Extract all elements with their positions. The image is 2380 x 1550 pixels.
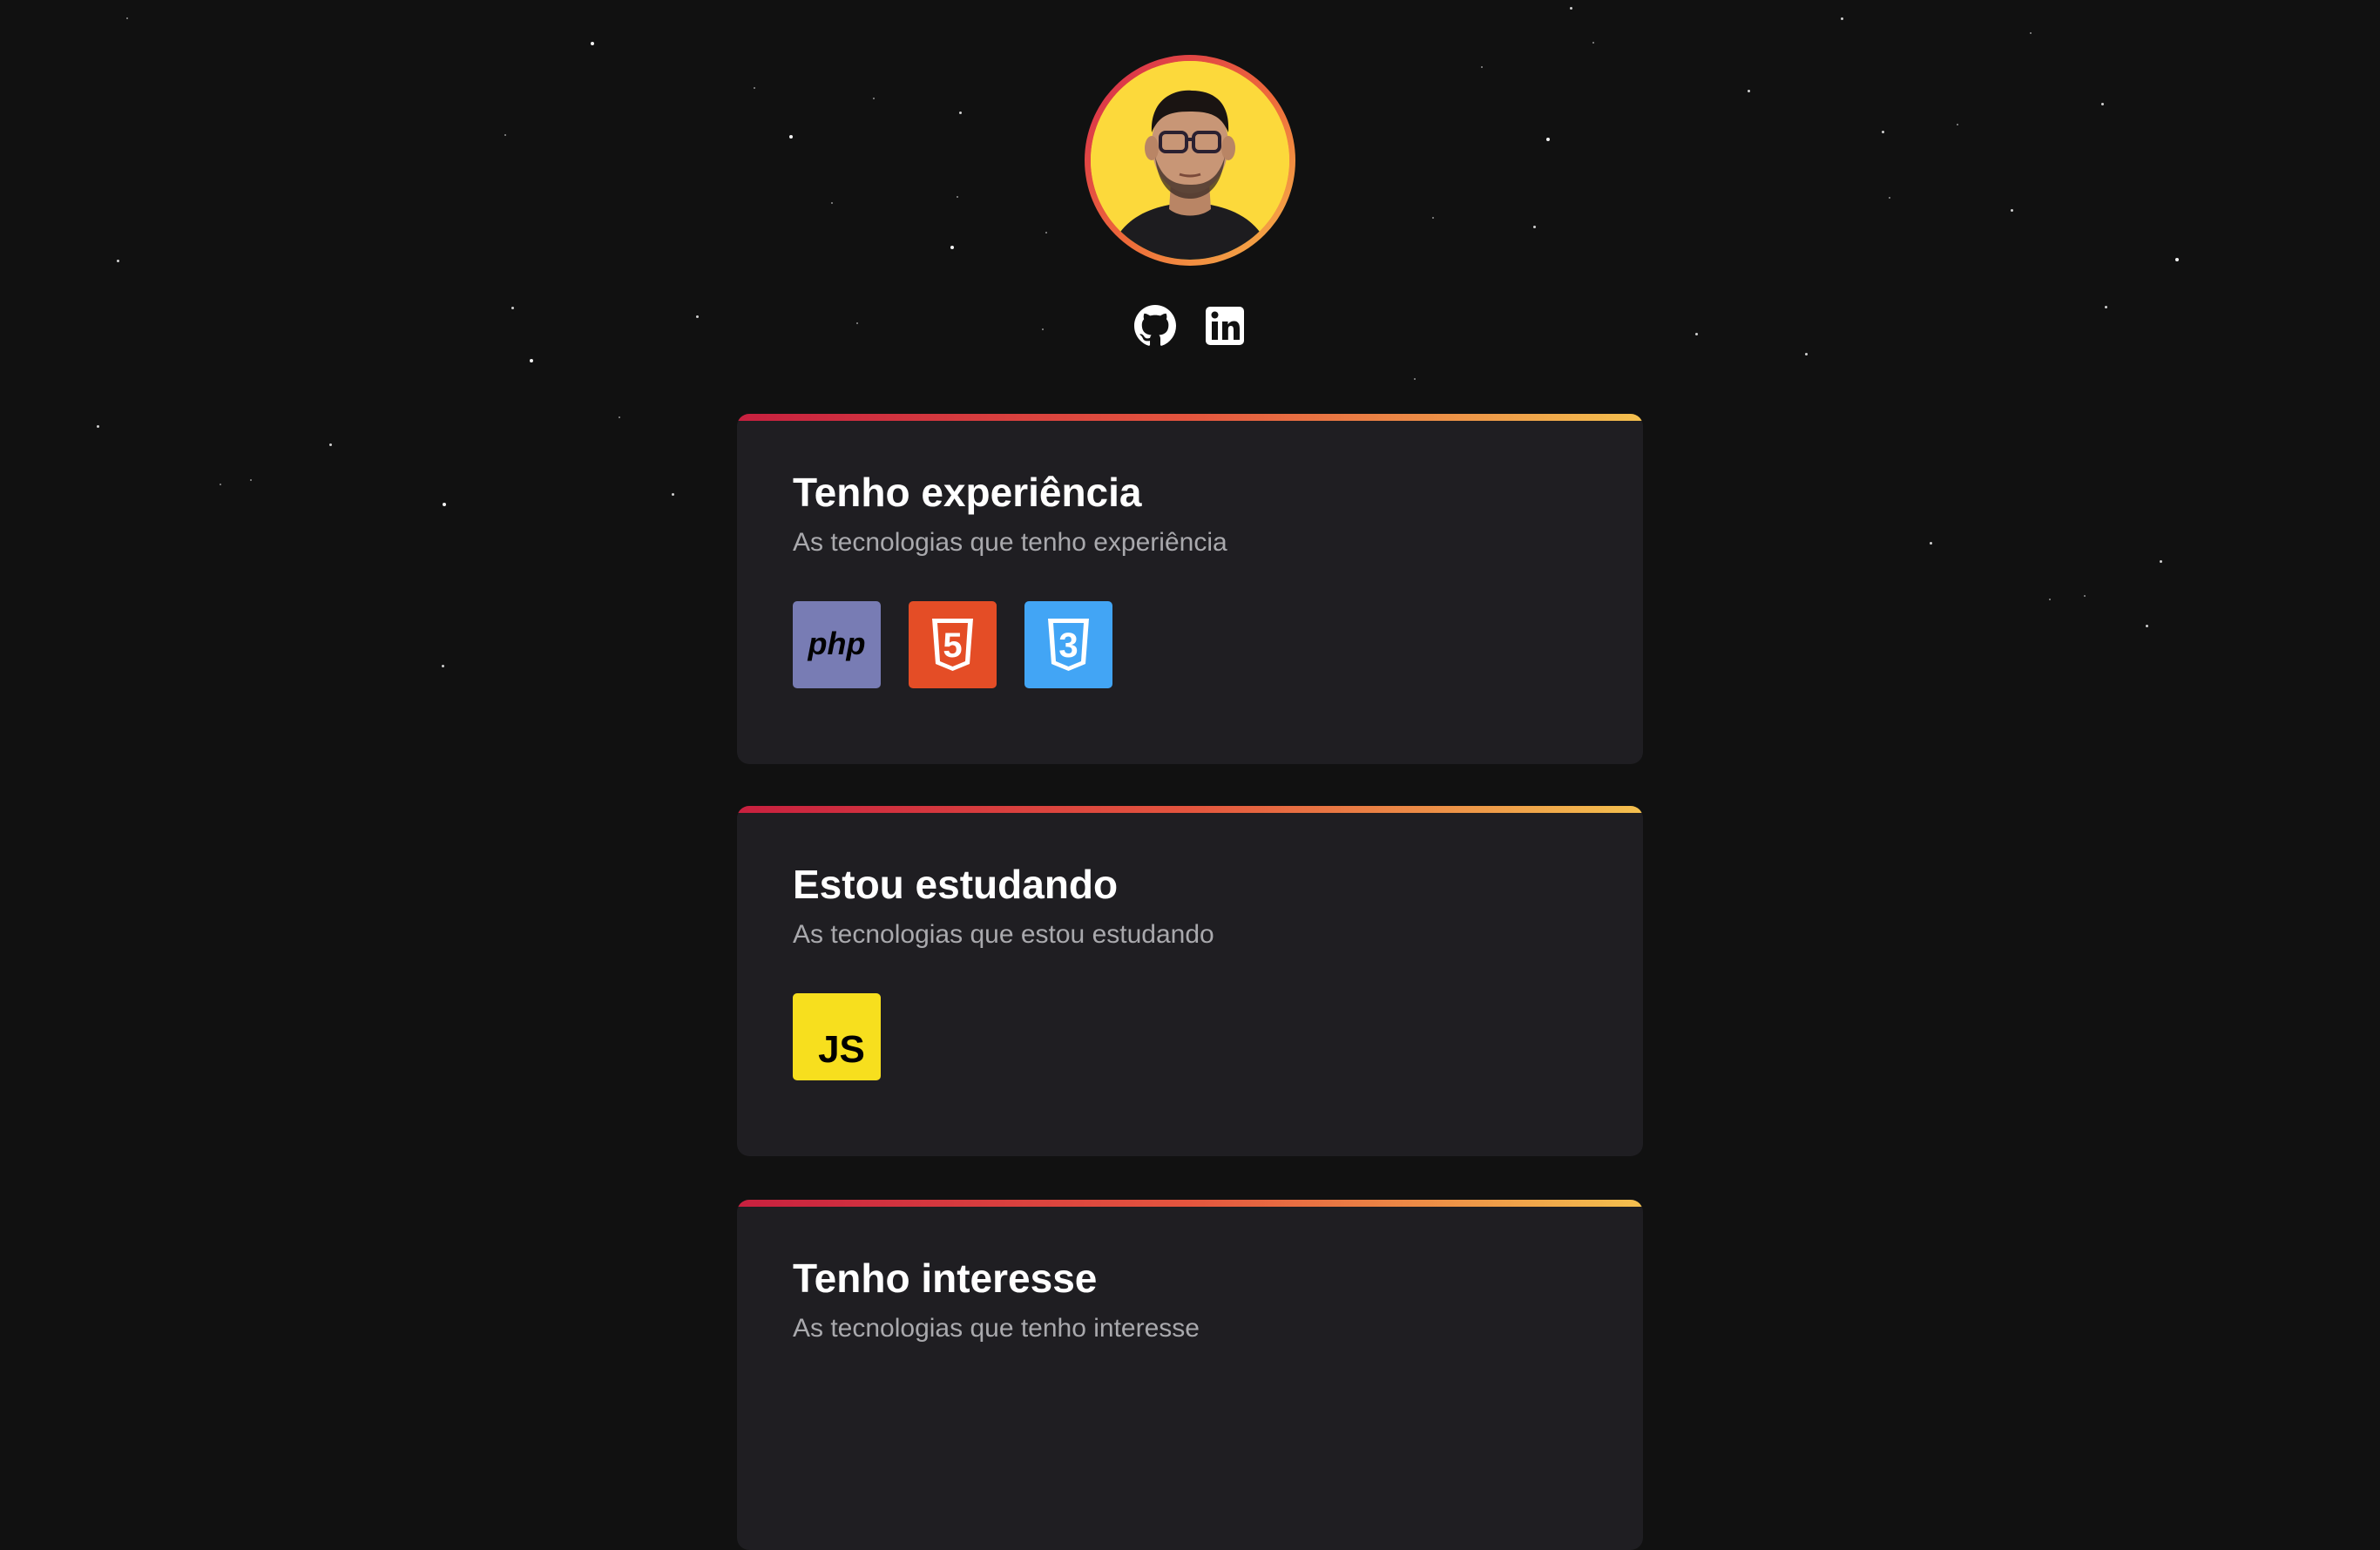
svg-text:php: php [808, 626, 866, 661]
star [1042, 328, 1044, 330]
tech-list: php 5 3 [793, 601, 1587, 688]
tech-html5: 5 [909, 601, 997, 688]
tech-php: php [793, 601, 881, 688]
star [530, 359, 533, 362]
star [1882, 131, 1884, 133]
svg-text:3: 3 [1058, 626, 1078, 665]
star [831, 202, 833, 204]
star [672, 493, 674, 496]
star [959, 112, 962, 114]
star [220, 484, 221, 485]
star [1546, 138, 1550, 141]
star [1045, 232, 1047, 234]
star [1930, 542, 1932, 545]
star [789, 135, 793, 139]
section-subtitle: As tecnologias que estou estudando [793, 920, 1214, 949]
star [2146, 625, 2148, 627]
star [97, 425, 99, 428]
star [1533, 226, 1536, 228]
tech-list: JS [793, 993, 1587, 1080]
star [2175, 258, 2179, 261]
html5-icon: 5 [932, 619, 973, 671]
star [1748, 90, 1750, 92]
star [873, 98, 875, 99]
tech-javascript: JS [793, 993, 881, 1080]
star [950, 246, 954, 249]
star [126, 17, 128, 19]
section-title: Tenho experiência [793, 470, 1142, 515]
star [1414, 378, 1416, 380]
star [117, 260, 119, 262]
star [250, 479, 252, 481]
profile-photo [1091, 61, 1289, 260]
star [856, 322, 858, 324]
star [504, 134, 506, 136]
star [2049, 599, 2051, 600]
star [1695, 333, 1698, 335]
star [957, 196, 958, 198]
avatar [1085, 55, 1295, 266]
linkedin-icon [1206, 307, 1244, 345]
star [511, 307, 514, 309]
star [2030, 32, 2032, 34]
star [1570, 7, 1572, 10]
star [696, 315, 699, 318]
star [442, 665, 444, 667]
section-title: Estou estudando [793, 862, 1119, 907]
section-title: Tenho interesse [793, 1256, 1098, 1301]
linkedin-link[interactable] [1204, 305, 1246, 347]
star [591, 42, 594, 45]
github-icon [1134, 305, 1176, 346]
section-card-studying: Estou estudando As tecnologias que estou… [737, 806, 1643, 1156]
star [754, 87, 755, 89]
star [2105, 306, 2107, 308]
section-subtitle: As tecnologias que tenho experiência [793, 528, 1227, 557]
section-card-interest: Tenho interesse As tecnologias que tenho… [737, 1200, 1643, 1550]
star [1957, 124, 1958, 125]
svg-text:JS: JS [818, 1028, 865, 1071]
star [1889, 197, 1890, 199]
star [2101, 103, 2104, 105]
section-subtitle: As tecnologias que tenho interesse [793, 1314, 1200, 1343]
js-icon: JS [818, 1028, 865, 1071]
star [329, 443, 332, 446]
section-card-experience: Tenho experiência As tecnologias que ten… [737, 414, 1643, 764]
css3-icon: 3 [1048, 619, 1089, 671]
star [1432, 217, 1434, 219]
php-icon: php [808, 626, 866, 661]
svg-text:5: 5 [943, 626, 962, 665]
star [2011, 209, 2013, 212]
tech-css3: 3 [1024, 601, 1112, 688]
star [1481, 66, 1483, 68]
star [1841, 17, 1843, 20]
star [1592, 42, 1594, 44]
star [619, 416, 620, 418]
github-link[interactable] [1134, 305, 1176, 347]
star [2084, 595, 2086, 597]
star [1805, 353, 1808, 355]
star [2160, 560, 2162, 563]
star [443, 503, 446, 506]
